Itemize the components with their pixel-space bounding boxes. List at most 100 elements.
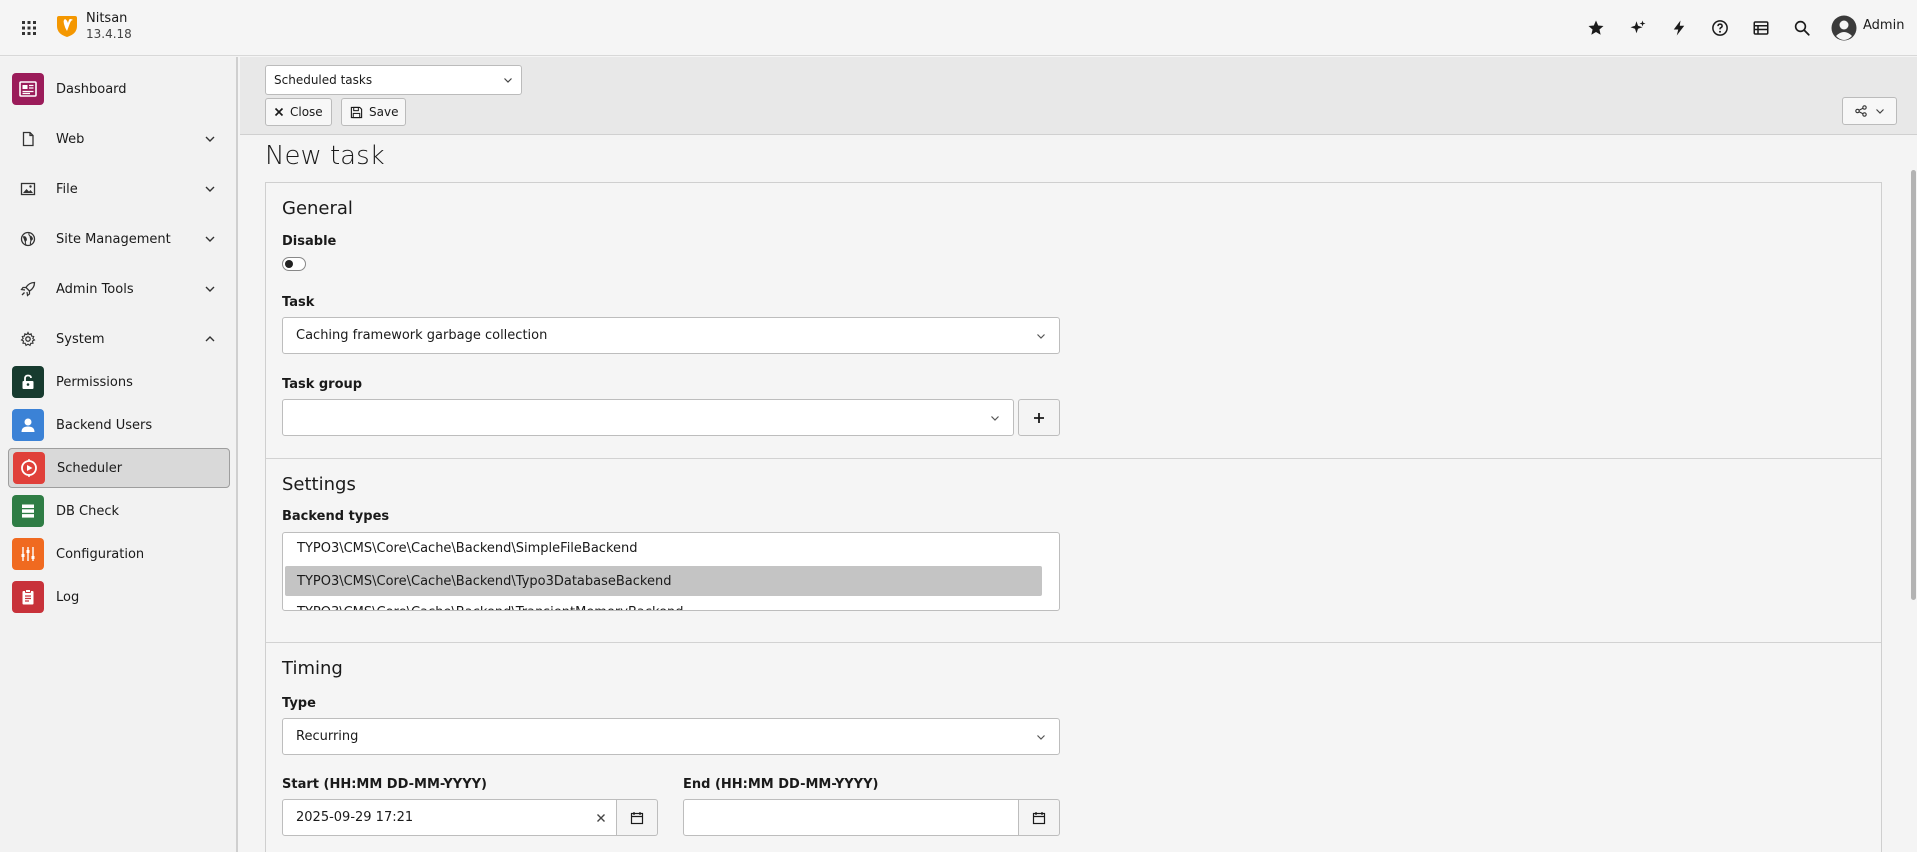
user-avatar-icon[interactable]	[1831, 15, 1857, 41]
flash-icon[interactable]	[1667, 16, 1691, 40]
chevron-down-icon	[1029, 331, 1053, 341]
sidebar-item-label: Scheduler	[57, 460, 123, 476]
sidebar-item-label: Admin Tools	[56, 281, 134, 297]
user-icon	[12, 409, 44, 441]
chevron-down-icon[interactable]	[198, 277, 222, 301]
open-documents-icon[interactable]	[1749, 16, 1773, 40]
sidebar-item-configuration[interactable]: Configuration	[8, 534, 230, 574]
plus-icon	[1033, 412, 1045, 424]
sidebar-item-label: Configuration	[56, 546, 145, 562]
chevron-up-icon[interactable]	[198, 327, 222, 351]
backend-types-multiselect[interactable]: TYPO3\CMS\Core\Cache\Backend\SimpleFileB…	[282, 532, 1060, 611]
sidebar-item-label: File	[56, 181, 78, 197]
backend-types-label: Backend types	[282, 509, 390, 524]
sidebar-item-dashboard[interactable]: Dashboard	[8, 69, 230, 109]
chevron-down-icon	[1029, 732, 1053, 742]
sidebar-item-admin-tools[interactable]: Admin Tools	[8, 269, 230, 309]
sidebar-item-file[interactable]: File	[8, 169, 230, 209]
sidebar-item-label: Backend Users	[56, 417, 153, 433]
page-title: New task	[265, 141, 385, 171]
function-menu-value: Scheduled tasks	[274, 73, 373, 87]
end-label: End (HH:MM DD-MM-YYYY)	[683, 777, 879, 792]
chevron-down-icon[interactable]	[198, 177, 222, 201]
typo3-logo[interactable]	[56, 14, 78, 38]
timing-type-select[interactable]: Recurring	[282, 718, 1060, 755]
site-version: 13.4.18	[86, 27, 132, 41]
save-label: Save	[369, 105, 399, 119]
chevron-down-icon	[503, 75, 513, 85]
chevron-down-icon[interactable]	[198, 227, 222, 251]
sidebar-item-label: Permissions	[56, 374, 133, 390]
scrollbar-thumb[interactable]	[1911, 170, 1916, 600]
task-group-select[interactable]	[282, 399, 1014, 436]
gear-icon	[12, 323, 44, 355]
chevron-down-icon	[983, 413, 1007, 423]
toggle-knob	[285, 260, 293, 268]
bookmark-star-icon[interactable]	[1584, 16, 1608, 40]
function-menu-select[interactable]: Scheduled tasks	[265, 65, 522, 95]
app-grid-icon[interactable]	[17, 16, 41, 40]
backend-type-option[interactable]: TYPO3\CMS\Core\Cache\Backend\SimpleFileB…	[285, 533, 1042, 563]
add-task-group-button[interactable]	[1018, 399, 1060, 436]
lock-icon	[12, 366, 44, 398]
help-icon[interactable]	[1708, 16, 1732, 40]
close-label: Close	[290, 105, 323, 119]
sidebar-item-label: Site Management	[56, 231, 171, 247]
user-name[interactable]: Admin	[1863, 18, 1904, 33]
clipboard-icon	[12, 581, 44, 613]
end-datetime-input[interactable]	[683, 799, 1019, 836]
backend-type-option-selected[interactable]: TYPO3\CMS\Core\Cache\Backend\Typo3Databa…	[285, 566, 1042, 596]
share-icon	[1854, 105, 1867, 117]
save-button[interactable]: Save	[341, 98, 406, 126]
sliders-icon	[12, 538, 44, 570]
sparkles-icon[interactable]	[1626, 16, 1650, 40]
section-divider	[266, 458, 1881, 459]
section-title-timing: Timing	[282, 658, 343, 679]
sidebar-item-permissions[interactable]: Permissions	[8, 362, 230, 402]
task-form: General Disable Task Caching framework g…	[265, 182, 1882, 852]
sidebar-item-web[interactable]: Web	[8, 119, 230, 159]
module-content: New task General Disable Task Caching fr…	[240, 135, 1917, 852]
sidebar-item-system[interactable]: System	[8, 319, 230, 359]
task-select-value: Caching framework garbage collection	[296, 328, 548, 343]
start-datetime-value: 2025-09-29 17:21	[296, 810, 414, 825]
start-label: Start (HH:MM DD-MM-YYYY)	[282, 777, 487, 792]
task-select[interactable]: Caching framework garbage collection	[282, 317, 1060, 354]
sidebar-item-backend-users[interactable]: Backend Users	[8, 405, 230, 445]
calendar-icon	[630, 811, 644, 825]
sidebar-item-log[interactable]: Log	[8, 577, 230, 617]
end-calendar-button[interactable]	[1019, 799, 1060, 836]
globe-icon	[12, 223, 44, 255]
share-button[interactable]	[1842, 97, 1897, 125]
start-datetime-input[interactable]: 2025-09-29 17:21	[282, 799, 617, 836]
page-icon	[12, 123, 44, 155]
rocket-icon	[12, 273, 44, 305]
sidebar-item-site-management[interactable]: Site Management	[8, 219, 230, 259]
sidebar-item-db-check[interactable]: DB Check	[8, 491, 230, 531]
database-icon	[12, 495, 44, 527]
sidebar-item-label: Dashboard	[56, 81, 127, 97]
section-title-general: General	[282, 198, 353, 219]
dashboard-icon	[12, 73, 44, 105]
disable-toggle[interactable]	[282, 257, 306, 271]
chevron-down-icon[interactable]	[198, 127, 222, 151]
task-group-label: Task group	[282, 377, 363, 392]
chevron-down-icon	[1875, 106, 1885, 116]
image-icon	[12, 173, 44, 205]
section-divider	[266, 642, 1881, 643]
search-icon[interactable]	[1790, 16, 1814, 40]
task-label: Task	[282, 295, 315, 310]
docheader: Scheduled tasks Close Save	[240, 57, 1917, 135]
scheduler-icon	[13, 452, 45, 484]
timing-type-value: Recurring	[296, 729, 359, 744]
close-button[interactable]: Close	[265, 98, 332, 126]
disable-label: Disable	[282, 234, 337, 249]
sidebar-item-label: Web	[56, 131, 85, 147]
sidebar-item-scheduler[interactable]: Scheduler	[8, 448, 230, 488]
clear-icon[interactable]	[590, 813, 612, 823]
start-calendar-button[interactable]	[617, 799, 658, 836]
sidebar-item-label: System	[56, 331, 105, 347]
topbar: Nitsan 13.4.18 Admin	[0, 0, 1917, 56]
backend-type-option[interactable]: TYPO3\CMS\Core\Cache\Backend\TransientMe…	[285, 597, 1042, 611]
save-icon	[350, 106, 363, 119]
